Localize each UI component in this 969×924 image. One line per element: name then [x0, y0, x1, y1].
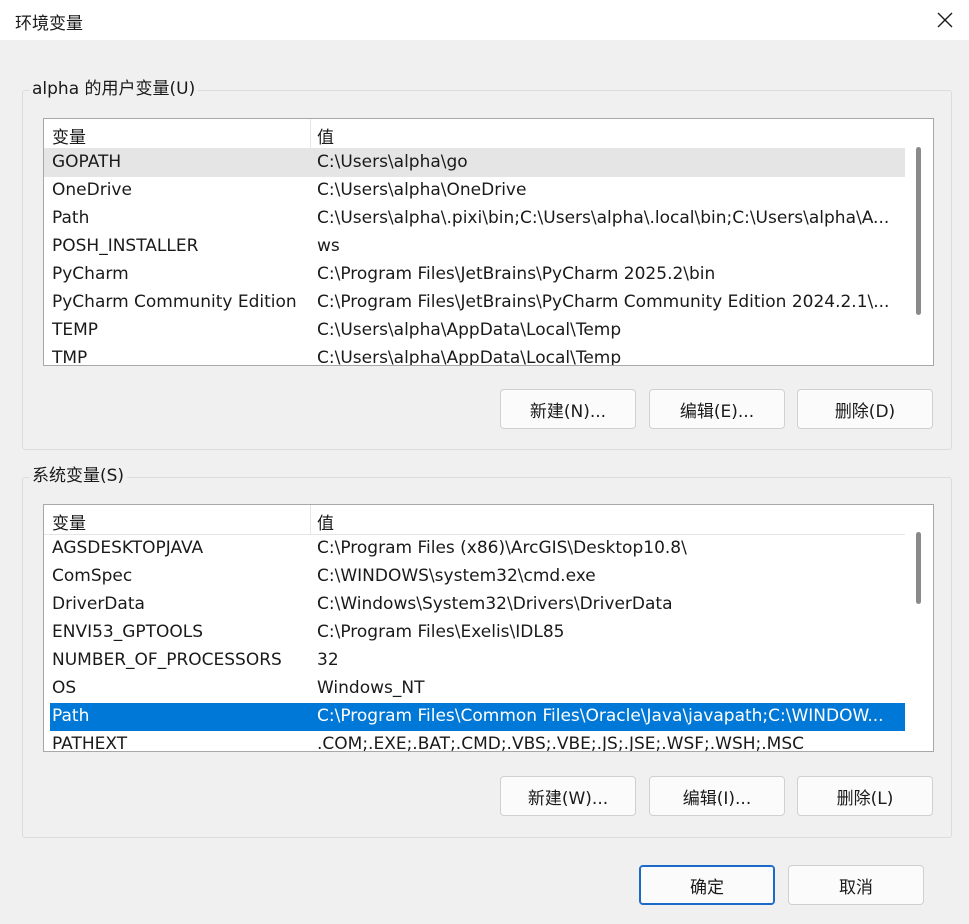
window-title: 环境变量 [15, 14, 83, 34]
variable-value: Windows_NT [317, 678, 425, 698]
variable-value: C:\Program Files\Exelis\IDL85 [317, 622, 565, 642]
variable-value: C:\WINDOWS\system32\cmd.exe [317, 566, 596, 586]
table-row[interactable]: PyCharm C:\Program Files\JetBrains\PyCha… [44, 261, 906, 289]
variable-name: OS [52, 678, 77, 698]
system-edit-button[interactable]: 编辑(I)... [649, 776, 785, 816]
variable-value: .COM;.EXE;.BAT;.CMD;.VBS;.VBE;.JS;.JSE;.… [317, 734, 805, 752]
close-icon [937, 12, 953, 28]
system-variables-group: 系统变量(S) 变量 值 AGSDESKTOPJAVA C:\Program F… [22, 465, 952, 838]
variable-name: POSH_INSTALLER [52, 236, 199, 256]
system-variables-list[interactable]: 变量 值 AGSDESKTOPJAVA C:\Program Files (x8… [43, 504, 934, 752]
system-variables-label: 系统变量(S) [29, 465, 128, 487]
table-row[interactable]: GOPATH C:\Users\alpha\go [44, 149, 906, 177]
title-bar: 环境变量 [0, 0, 969, 40]
ok-button[interactable]: 确定 [639, 865, 775, 905]
variable-name: DriverData [52, 594, 145, 614]
vertical-scrollbar[interactable] [905, 119, 933, 365]
user-delete-button[interactable]: 删除(D) [797, 389, 933, 429]
column-divider[interactable] [310, 505, 311, 535]
table-row[interactable]: PyCharm Community Edition C:\Program Fil… [44, 289, 906, 317]
variable-value: 32 [317, 650, 339, 670]
variable-name: OneDrive [52, 180, 132, 200]
variable-name: Path [52, 706, 90, 726]
user-new-button[interactable]: 新建(N)... [500, 389, 636, 429]
variable-value: C:\Program Files\JetBrains\PyCharm 2025.… [317, 264, 716, 284]
scroll-thumb[interactable] [916, 147, 921, 315]
table-row[interactable]: ComSpec C:\WINDOWS\system32\cmd.exe [44, 563, 906, 591]
variable-value: C:\Program Files\JetBrains\PyCharm Commu… [317, 292, 890, 312]
column-header-value[interactable]: 值 [317, 123, 334, 148]
table-row-selected[interactable]: Path C:\Program Files\Common Files\Oracl… [50, 703, 906, 731]
variable-name: ENVI53_GPTOOLS [52, 622, 204, 642]
variable-value: ws [317, 236, 340, 256]
variable-value: C:\Program Files\Common Files\Oracle\Jav… [317, 706, 884, 726]
table-row[interactable]: Path C:\Users\alpha\.pixi\bin;C:\Users\a… [44, 205, 906, 233]
scroll-thumb[interactable] [916, 532, 921, 604]
close-button[interactable] [921, 0, 969, 40]
column-header-value[interactable]: 值 [317, 509, 334, 534]
table-row[interactable]: NUMBER_OF_PROCESSORS 32 [44, 647, 906, 675]
system-new-button[interactable]: 新建(W)... [500, 776, 636, 816]
variable-value: C:\Users\alpha\OneDrive [317, 180, 527, 200]
column-header-variable[interactable]: 变量 [52, 123, 86, 148]
table-row[interactable]: TEMP C:\Users\alpha\AppData\Local\Temp [44, 317, 906, 345]
column-header-variable[interactable]: 变量 [52, 509, 86, 534]
variable-name: Path [52, 208, 90, 228]
user-variables-label: alpha 的用户变量(U) [29, 78, 199, 100]
list-header: 变量 值 [44, 505, 906, 535]
variable-value: C:\Users\alpha\AppData\Local\Temp [317, 320, 622, 340]
table-row[interactable]: DriverData C:\Windows\System32\Drivers\D… [44, 591, 906, 619]
table-row[interactable]: ENVI53_GPTOOLS C:\Program Files\Exelis\I… [44, 619, 906, 647]
user-variables-group: alpha 的用户变量(U) 变量 值 GOPATH C:\Users\alph… [22, 78, 952, 450]
variable-name: TEMP [52, 320, 99, 340]
variable-value: C:\Users\alpha\.pixi\bin;C:\Users\alpha\… [317, 208, 890, 228]
variable-value: C:\Users\alpha\AppData\Local\Temp [317, 348, 622, 366]
table-row[interactable]: PATHEXT .COM;.EXE;.BAT;.CMD;.VBS;.VBE;.J… [44, 731, 906, 752]
variable-name: TMP [52, 348, 88, 366]
variable-name: PyCharm [52, 264, 129, 284]
table-row[interactable]: POSH_INSTALLER ws [44, 233, 906, 261]
vertical-scrollbar[interactable] [905, 505, 933, 751]
table-row[interactable]: AGSDESKTOPJAVA C:\Program Files (x86)\Ar… [44, 535, 906, 563]
column-divider[interactable] [310, 119, 311, 149]
variable-name: PATHEXT [52, 734, 128, 752]
user-edit-button[interactable]: 编辑(E)... [649, 389, 785, 429]
variable-value: C:\Program Files (x86)\ArcGIS\Desktop10.… [317, 538, 687, 558]
table-row[interactable]: TMP C:\Users\alpha\AppData\Local\Temp [44, 345, 906, 366]
cancel-button[interactable]: 取消 [788, 865, 924, 905]
list-header: 变量 值 [44, 119, 906, 149]
variable-value: C:\Users\alpha\go [317, 152, 468, 172]
system-delete-button[interactable]: 删除(L) [797, 776, 933, 816]
table-row[interactable]: OS Windows_NT [44, 675, 906, 703]
variable-name: NUMBER_OF_PROCESSORS [52, 650, 282, 670]
user-variables-list[interactable]: 变量 值 GOPATH C:\Users\alpha\go OneDrive C… [43, 118, 934, 366]
table-row[interactable]: OneDrive C:\Users\alpha\OneDrive [44, 177, 906, 205]
variable-name: GOPATH [52, 152, 122, 172]
variable-name: ComSpec [52, 566, 133, 586]
variable-name: PyCharm Community Edition [52, 292, 297, 312]
variable-name: AGSDESKTOPJAVA [52, 538, 204, 558]
variable-value: C:\Windows\System32\Drivers\DriverData [317, 594, 673, 614]
